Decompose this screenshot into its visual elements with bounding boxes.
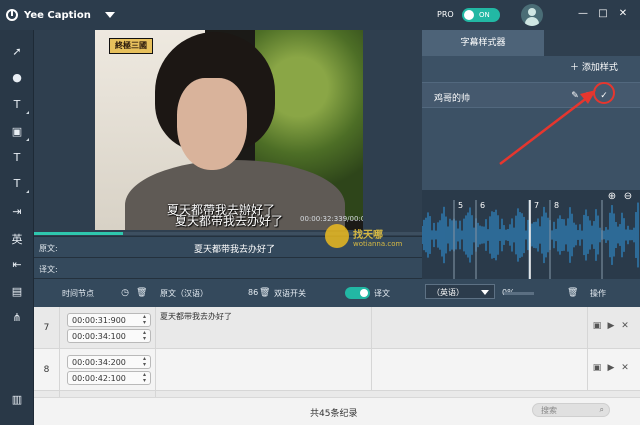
ops-header: 操作 [590,289,606,298]
play-icon[interactable]: ▶ [606,363,616,373]
user-avatar[interactable] [521,4,543,26]
row-ops: ▣ ▶ ✕ [588,349,640,391]
save-tool-icon[interactable]: ▥ [9,392,25,408]
translation-text-cell[interactable] [372,349,588,391]
video-progress-fill [34,232,124,235]
text-style-tool-icon[interactable]: T [9,176,29,193]
share-tool-icon[interactable]: ⋔ [9,310,25,326]
timecode-cell: 00:00:31:900 00:00:34:100 [60,307,156,349]
search-icon: ⌕ [599,405,604,414]
waveform-marker: 7 [534,201,540,210]
table-row[interactable]: 8 00:00:34:200 00:00:42:100 ▣ ▶ ✕ [34,349,640,391]
text-import-tool-icon[interactable]: ⇥ [9,204,25,220]
add-style-button[interactable]: ＋ 添加样式 [570,60,618,73]
zoom-out-icon[interactable]: ⊖ [622,191,634,203]
video-person-face [177,78,247,170]
search-placeholder: 搜索 [541,406,557,415]
language-select[interactable]: （英语） [425,284,495,299]
row-number: 8 [34,349,60,391]
delete-row-icon[interactable]: ✕ [620,321,630,331]
translation-label: 译文: [39,265,58,274]
translation-progress-bar [504,292,534,295]
audio-waveform[interactable]: ⊕ ⊖ 5 6 7 8 [422,190,640,279]
delete-row-icon[interactable]: ✕ [620,363,630,373]
pointer-tool-icon[interactable]: ➚ [9,44,25,60]
video-channel-logo: 終極三國 [109,38,153,54]
clock-icon[interactable]: ◷ [120,288,130,298]
text-tool-icon[interactable]: T [9,97,29,114]
bilingual-header: 双语开关 [274,289,306,298]
watermark-line1: 找天哪 [353,230,383,241]
original-text[interactable]: 夏天都带我去办好了 [194,242,275,255]
pro-toggle[interactable]: ON [462,8,500,22]
tab-subtitle-style[interactable]: 字幕样式器 [422,30,544,56]
waveform-marker: 8 [554,201,560,210]
add-style-label: 添加样式 [581,63,618,73]
tab-strip-empty [544,30,640,56]
minimize-button[interactable]: — [577,8,589,20]
toggle-knob [464,10,474,20]
close-button[interactable]: ✕ [617,8,629,20]
maximize-button[interactable]: □ [597,8,609,20]
microphone-tool-icon[interactable]: ● [9,70,25,86]
lock-icon[interactable]: ▣ [592,363,602,373]
translation-text-cell[interactable] [372,307,588,349]
translation-text-row: 译文: [34,257,422,279]
start-time-field[interactable]: 00:00:31:900 [67,313,151,327]
watermark-line2: wotianna.com [353,240,403,248]
waveform-marker: 5 [458,201,464,210]
annotation-arrow [499,90,596,165]
app-menu-chevron-icon[interactable] [104,12,115,18]
toggle-knob [360,289,368,297]
trash-icon[interactable]: 🗑 [136,288,147,298]
translation-header: 译文 [374,289,390,298]
source-header: 原文（汉语） [160,289,208,298]
zoom-in-icon[interactable]: ⊕ [606,191,618,203]
table-footer: 共45条纪录 搜索 ⌕ [34,397,640,425]
app-logo-icon [6,9,18,21]
table-header: 时间节点 ◷ 🗑 原文（汉语） 86 🗑 双语开关 译文 0% 🗑 操作 [34,279,640,307]
layers-tool-icon[interactable]: ▣ [9,124,29,141]
video-preview[interactable]: 終極三國 夏天都帶我去辦好了 夏天都带我去办好了 00:00:32:339/00… [95,30,363,230]
translate-tool-icon[interactable]: 英 [9,232,25,248]
search-input[interactable]: 搜索 ⌕ [532,403,610,417]
end-time-field[interactable]: 00:00:42:100 [67,371,151,385]
style-name: 鸡哥的帅 [434,94,471,104]
end-time-field[interactable]: 00:00:34:100 [67,329,151,343]
original-label: 原文: [39,244,58,253]
text-export-tool-icon[interactable]: ⇤ [9,257,25,273]
film-tool-icon[interactable]: ▤ [9,284,25,300]
row-ops: ▣ ▶ ✕ [588,307,640,349]
plus-icon: ＋ [570,63,582,73]
source-char-count: 86 [248,288,259,297]
watermark: 找天哪 wotianna.com [325,222,425,252]
pro-label: PRO [437,10,454,19]
play-icon[interactable]: ▶ [606,321,616,331]
video-subtitle-line2: 夏天都带我去办好了 [175,214,284,228]
table-row[interactable]: 7 00:00:31:900 00:00:34:100 夏天都带我去办好了 ▣ … [34,307,640,349]
waveform-marker: 6 [480,201,486,210]
timecode-cell: 00:00:34:200 00:00:42:100 [60,349,156,391]
voice-text-tool-icon[interactable]: T [9,150,25,166]
lock-icon[interactable]: ▣ [592,321,602,331]
source-text-cell[interactable] [156,349,372,391]
record-count: 共45条纪录 [310,409,358,419]
title-bar: Yee Caption [0,0,640,30]
app-title: Yee Caption [24,9,91,21]
source-text-cell[interactable]: 夏天都带我去办好了 [156,307,372,349]
trash-icon[interactable]: 🗑 [567,288,578,298]
bilingual-toggle[interactable] [345,287,370,299]
left-toolbar: ➚ ● T ▣ T T ⇥ 英 ⇤ ▤ ⋔ ▥ [0,30,34,425]
trash-icon[interactable]: 🗑 [259,288,270,298]
watermark-logo-icon [325,224,349,248]
waveform-graphic [422,200,639,279]
subtitle-table: 7 00:00:31:900 00:00:34:100 夏天都带我去办好了 ▣ … [34,307,640,397]
row-number: 7 [34,307,60,349]
timecode-header: 时间节点 [62,289,94,298]
start-time-field[interactable]: 00:00:34:200 [67,355,151,369]
pro-toggle-label: ON [479,11,490,19]
